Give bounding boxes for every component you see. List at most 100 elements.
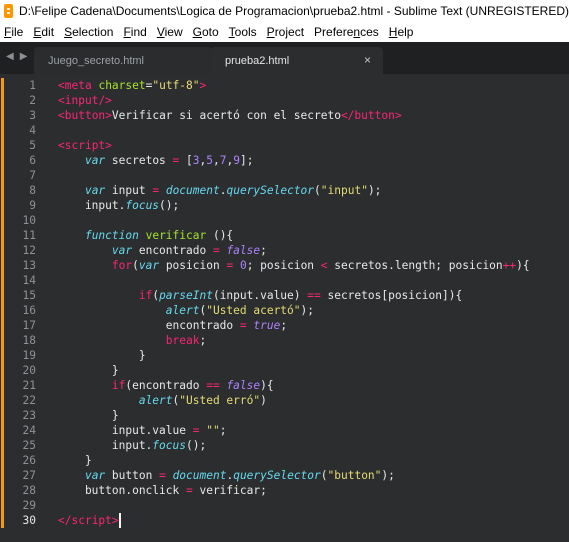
code-line[interactable]: 1 <meta charset="utf-8"> [0, 78, 569, 93]
code-text: var encontrado = false; [58, 243, 267, 258]
menu-view[interactable]: View [157, 25, 183, 39]
code-editor[interactable]: 1 <meta charset="utf-8"> 2 <input/> 3 <button… [0, 74, 569, 542]
code-line[interactable]: 30 </script> [0, 513, 569, 528]
line-number: 29 [22, 499, 36, 512]
menu-file[interactable]: File [4, 25, 23, 39]
code-token: parseInt [159, 289, 213, 302]
code-token: </ [58, 514, 72, 527]
title-bar: D:\Felipe Cadena\Documents\Logica de Pro… [0, 0, 569, 22]
code-line[interactable]: 22 alert("Usted erró") [0, 393, 569, 408]
line-number: 4 [29, 124, 36, 137]
code-token: Verificar si acertó con el secreto [111, 109, 341, 122]
code-token: 7 [219, 154, 227, 167]
tab-label: prueba2.html [225, 54, 290, 67]
code-text: <script> [58, 138, 112, 153]
code-line[interactable]: 28 button.onclick = verificar; [0, 483, 569, 498]
code-token: < [320, 259, 328, 272]
code-token: alert [138, 394, 173, 407]
code-line[interactable]: 6 var secretos = [3,5,7,9]; [0, 153, 569, 168]
code-token: ) [260, 394, 267, 407]
code-token: ++ [502, 259, 517, 272]
line-number: 20 [22, 364, 36, 377]
code-token: false [226, 244, 261, 257]
code-text: input.focus(); [58, 438, 206, 453]
code-token: = [185, 484, 193, 497]
code-line[interactable]: 10 [0, 213, 569, 228]
code-token: > [394, 109, 402, 122]
code-token: input.value [58, 424, 193, 437]
menu-help[interactable]: Help [389, 25, 414, 39]
code-line[interactable]: 2 <input/> [0, 93, 569, 108]
menu-project[interactable]: Project [267, 25, 304, 39]
code-line[interactable]: 21 if(encontrado == false){ [0, 378, 569, 393]
line-number: 2 [29, 94, 36, 107]
code-line[interactable]: 26 } [0, 453, 569, 468]
code-token: ; [280, 319, 288, 332]
code-line[interactable]: 25 input.focus(); [0, 438, 569, 453]
code-line[interactable]: 5 <script> [0, 138, 569, 153]
code-token: verificar [145, 229, 207, 242]
code-token: meta [64, 79, 92, 92]
code-token: = [159, 469, 166, 482]
tab-forward-icon[interactable]: ▶ [20, 51, 28, 62]
menu-find[interactable]: Find [123, 25, 146, 39]
tab-back-icon[interactable]: ◀ [6, 51, 14, 62]
code-token: secretos[posicion]){ [320, 289, 463, 302]
code-line[interactable]: 12 var encontrado = false; [0, 243, 569, 258]
code-token: break [165, 334, 200, 347]
code-token: < [58, 79, 65, 92]
code-token: "" [206, 424, 220, 437]
menu-bar: File Edit Selection Find View Goto Tools Projec… [0, 22, 569, 42]
code-line[interactable]: 18 break; [0, 333, 569, 348]
line-number: 26 [22, 454, 36, 467]
code-token: secretos.length; posicion [327, 259, 503, 272]
code-line[interactable]: 7 [0, 168, 569, 183]
menu-tools[interactable]: Tools [229, 25, 257, 39]
line-number: 24 [22, 424, 36, 437]
code-line[interactable]: 9 input.focus(); [0, 198, 569, 213]
code-token: } [58, 409, 119, 422]
code-line[interactable]: 8 var input = document.querySelector("in… [0, 183, 569, 198]
close-tab-icon[interactable]: × [364, 53, 371, 67]
code-line[interactable]: 27 var button = document.querySelector("… [0, 468, 569, 483]
code-line[interactable]: 23 } [0, 408, 569, 423]
menu-preferences[interactable]: Preferences [314, 25, 379, 39]
code-line[interactable]: 4 [0, 123, 569, 138]
code-line[interactable]: 15 if(parseInt(input.value) == secretos[… [0, 288, 569, 303]
tab-juego-secreto[interactable]: Juego_secreto.html [34, 47, 212, 74]
code-token: ); [300, 304, 314, 317]
line-number: 12 [22, 244, 36, 257]
code-token: input [105, 184, 153, 197]
menu-goto[interactable]: Goto [193, 25, 219, 39]
tab-prueba2[interactable]: prueba2.html × [211, 47, 383, 74]
code-token: } [58, 454, 92, 467]
code-line[interactable]: 29 [0, 498, 569, 513]
code-token: [ [179, 154, 193, 167]
code-token: verificar; [192, 484, 267, 497]
code-token: querySelector [233, 469, 321, 482]
code-line[interactable]: 24 input.value = ""; [0, 423, 569, 438]
code-line[interactable]: 13 for(var posicion = 0; posicion < secr… [0, 258, 569, 273]
code-line[interactable]: 14 [0, 273, 569, 288]
line-number: 21 [22, 379, 36, 392]
code-token: > [199, 79, 207, 92]
line-number: 7 [29, 169, 36, 182]
menu-selection[interactable]: Selection [64, 25, 113, 39]
line-number: 19 [22, 349, 36, 362]
code-line[interactable]: 11 function verificar (){ [0, 228, 569, 243]
code-line[interactable]: 3 <button>Verificar si acertó con el secr… [0, 108, 569, 123]
menu-edit[interactable]: Edit [33, 25, 54, 39]
code-token: "Usted erró" [179, 394, 261, 407]
code-token: document [172, 469, 227, 482]
code-line[interactable]: 17 encontrado = true; [0, 318, 569, 333]
code-line[interactable]: 20 } [0, 363, 569, 378]
code-token: input. [58, 439, 153, 452]
code-line[interactable]: 16 alert("Usted acertó"); [0, 303, 569, 318]
code-line[interactable]: 19 } [0, 348, 569, 363]
code-token: button.onclick [58, 484, 186, 497]
